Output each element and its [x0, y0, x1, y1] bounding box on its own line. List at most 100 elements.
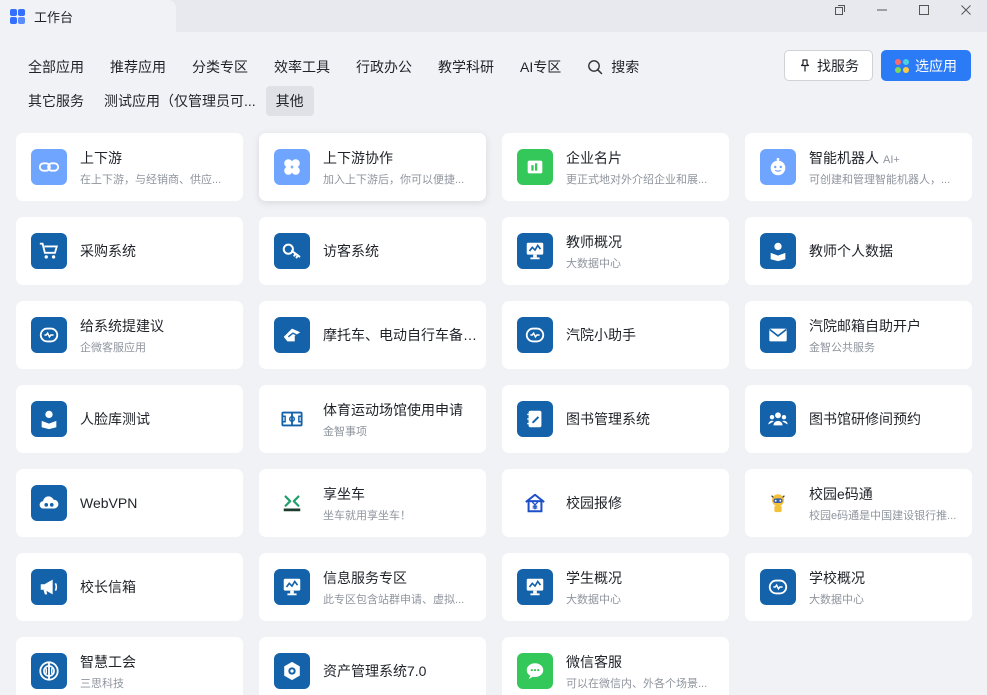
app-card[interactable]: 给系统提建议 企微客服应用	[16, 301, 243, 369]
app-desc: 三思科技	[80, 677, 124, 690]
app-name-text: 访客系统	[323, 243, 379, 259]
app-name-text: 上下游协作	[323, 149, 393, 166]
app-card[interactable]: 信息服务专区 此专区包含站群申请、虚拟...	[259, 553, 486, 621]
app-card[interactable]: 校园e码通 校园e码通是中国建设银行推...	[745, 469, 972, 537]
bot-face-icon	[31, 317, 67, 353]
app-name-text: 校园报修	[566, 495, 622, 511]
app-text: 摩托车、电动自行车备案...	[323, 325, 483, 345]
app-card[interactable]: 汽院小助手	[502, 301, 729, 369]
app-text: 资产管理系统7.0	[323, 661, 483, 681]
app-name-text: 摩托车、电动自行车备案...	[323, 327, 483, 343]
app-card[interactable]: 教师个人数据	[745, 217, 972, 285]
app-text: 体育运动场馆使用申请 金智事项	[323, 400, 483, 439]
tab-other[interactable]: 其他	[265, 86, 314, 116]
app-desc: 金智公共服务	[809, 341, 875, 354]
app-card[interactable]: 享坐车 坐车就用享坐车！	[259, 469, 486, 537]
maximize-button[interactable]	[903, 0, 945, 20]
app-card[interactable]: 访客系统	[259, 217, 486, 285]
app-desc: 更正式地对外介绍企业和展...	[566, 173, 708, 186]
app-card[interactable]: 资产管理系统7.0	[259, 637, 486, 695]
app-name-text: 学生概况	[566, 569, 622, 586]
window-tab[interactable]: 工作台	[0, 0, 176, 32]
app-card[interactable]: 校长信箱	[16, 553, 243, 621]
choose-app-label: 选应用	[915, 57, 957, 74]
minimize-button[interactable]	[861, 0, 903, 20]
app-name: 智慧工会	[80, 652, 240, 672]
app-card[interactable]: 学校概况 大数据中心	[745, 553, 972, 621]
app-name: 微信客服	[566, 652, 726, 672]
robot-icon	[760, 149, 796, 185]
app-text: 上下游协作加入上下游后，你可以便捷...	[323, 148, 483, 187]
app-card[interactable]: WebVPN	[16, 469, 243, 537]
app-name: 给系统提建议	[80, 316, 240, 336]
app-name-text: 企业名片	[566, 149, 622, 166]
tab-teaching-research[interactable]: 教学科研	[428, 52, 504, 82]
app-name: 享坐车	[323, 484, 483, 504]
popout-button[interactable]	[819, 0, 861, 20]
app-text: 图书馆研修间预约	[809, 409, 969, 429]
app-desc: 可创建和管理智能机器人，...	[809, 173, 951, 186]
tab-efficiency[interactable]: 效率工具	[264, 52, 340, 82]
search-icon	[588, 60, 603, 75]
tab-other-services[interactable]: 其它服务	[18, 86, 94, 116]
group-icon	[760, 401, 796, 437]
app-desc: 大数据中心	[566, 257, 621, 270]
app-card[interactable]: 上下游 在上下游，与经销商、供应...	[16, 133, 243, 201]
app-name-text: 享坐车	[323, 485, 365, 502]
tab-recommended[interactable]: 推荐应用	[100, 52, 176, 82]
monitor-chart-icon	[274, 569, 310, 605]
find-service-button[interactable]: 找服务	[784, 50, 873, 81]
app-text: 企业名片更正式地对外介绍企业和展...	[566, 148, 726, 187]
service-pin-icon	[800, 58, 810, 71]
app-card[interactable]: 汽院邮箱自助开户金智公共服务	[745, 301, 972, 369]
app-card[interactable]: 图书馆研修间预约	[745, 385, 972, 453]
app-name-text: 图书管理系统	[566, 411, 650, 427]
search-button[interactable]: 搜索	[577, 52, 649, 82]
app-name: 教师概况	[566, 232, 726, 252]
app-desc: 加入上下游后，你可以便捷...	[323, 173, 465, 186]
app-card[interactable]: 智慧工会 三思科技	[16, 637, 243, 695]
app-name: 汽院邮箱自助开户	[809, 316, 969, 336]
app-text: 给系统提建议 企微客服应用	[80, 316, 240, 355]
field-icon	[274, 401, 310, 437]
search-label: 搜索	[611, 59, 640, 75]
app-card[interactable]: 教师概况 大数据中心	[502, 217, 729, 285]
business-card-icon	[517, 149, 553, 185]
tab-all-apps[interactable]: 全部应用	[18, 52, 94, 82]
car-share-logo-icon	[274, 485, 310, 521]
app-card[interactable]: 采购系统	[16, 217, 243, 285]
tab-categories[interactable]: 分类专区	[182, 52, 258, 82]
tab-admin-office[interactable]: 行政办公	[346, 52, 422, 82]
close-button[interactable]	[945, 0, 987, 20]
clover-icon	[274, 149, 310, 185]
app-card[interactable]: 微信客服 可以在微信内、外各个场景...	[502, 637, 729, 695]
title-bar: 工作台	[0, 0, 987, 32]
app-name: 智能机器人 AI+	[809, 148, 969, 168]
person-book-icon	[760, 233, 796, 269]
app-text: 校园报修	[566, 493, 726, 513]
tab-ai-zone[interactable]: AI专区	[510, 52, 571, 82]
mail-icon	[760, 317, 796, 353]
app-card[interactable]: 企业名片更正式地对外介绍企业和展...	[502, 133, 729, 201]
choose-app-button[interactable]: 选应用	[881, 50, 971, 81]
app-desc: 在上下游，与经销商、供应...	[80, 173, 222, 186]
app-text: 图书管理系统	[566, 409, 726, 429]
app-card[interactable]: 摩托车、电动自行车备案...	[259, 301, 486, 369]
tab-test-apps[interactable]: 测试应用（仅管理员可...	[94, 86, 266, 116]
app-card[interactable]: 人脸库测试	[16, 385, 243, 453]
app-card[interactable]: 校园报修	[502, 469, 729, 537]
bot-face-icon	[760, 569, 796, 605]
app-card[interactable]: 上下游协作加入上下游后，你可以便捷...	[259, 133, 486, 201]
app-name-text: 微信客服	[566, 653, 622, 670]
app-card[interactable]: 智能机器人 AI+ 可创建和管理智能机器人，...	[745, 133, 972, 201]
app-name: 访客系统	[323, 241, 483, 261]
maximize-icon	[919, 5, 929, 15]
app-card[interactable]: 体育运动场馆使用申请 金智事项	[259, 385, 486, 453]
app-card[interactable]: 学生概况 大数据中心	[502, 553, 729, 621]
workbench-icon	[10, 8, 25, 24]
app-name-text: 教师概况	[566, 233, 622, 250]
house-yen-icon	[517, 485, 553, 521]
app-text: 微信客服 可以在微信内、外各个场景...	[566, 652, 726, 691]
app-card[interactable]: 图书管理系统	[502, 385, 729, 453]
app-name: 图书管理系统	[566, 409, 726, 429]
